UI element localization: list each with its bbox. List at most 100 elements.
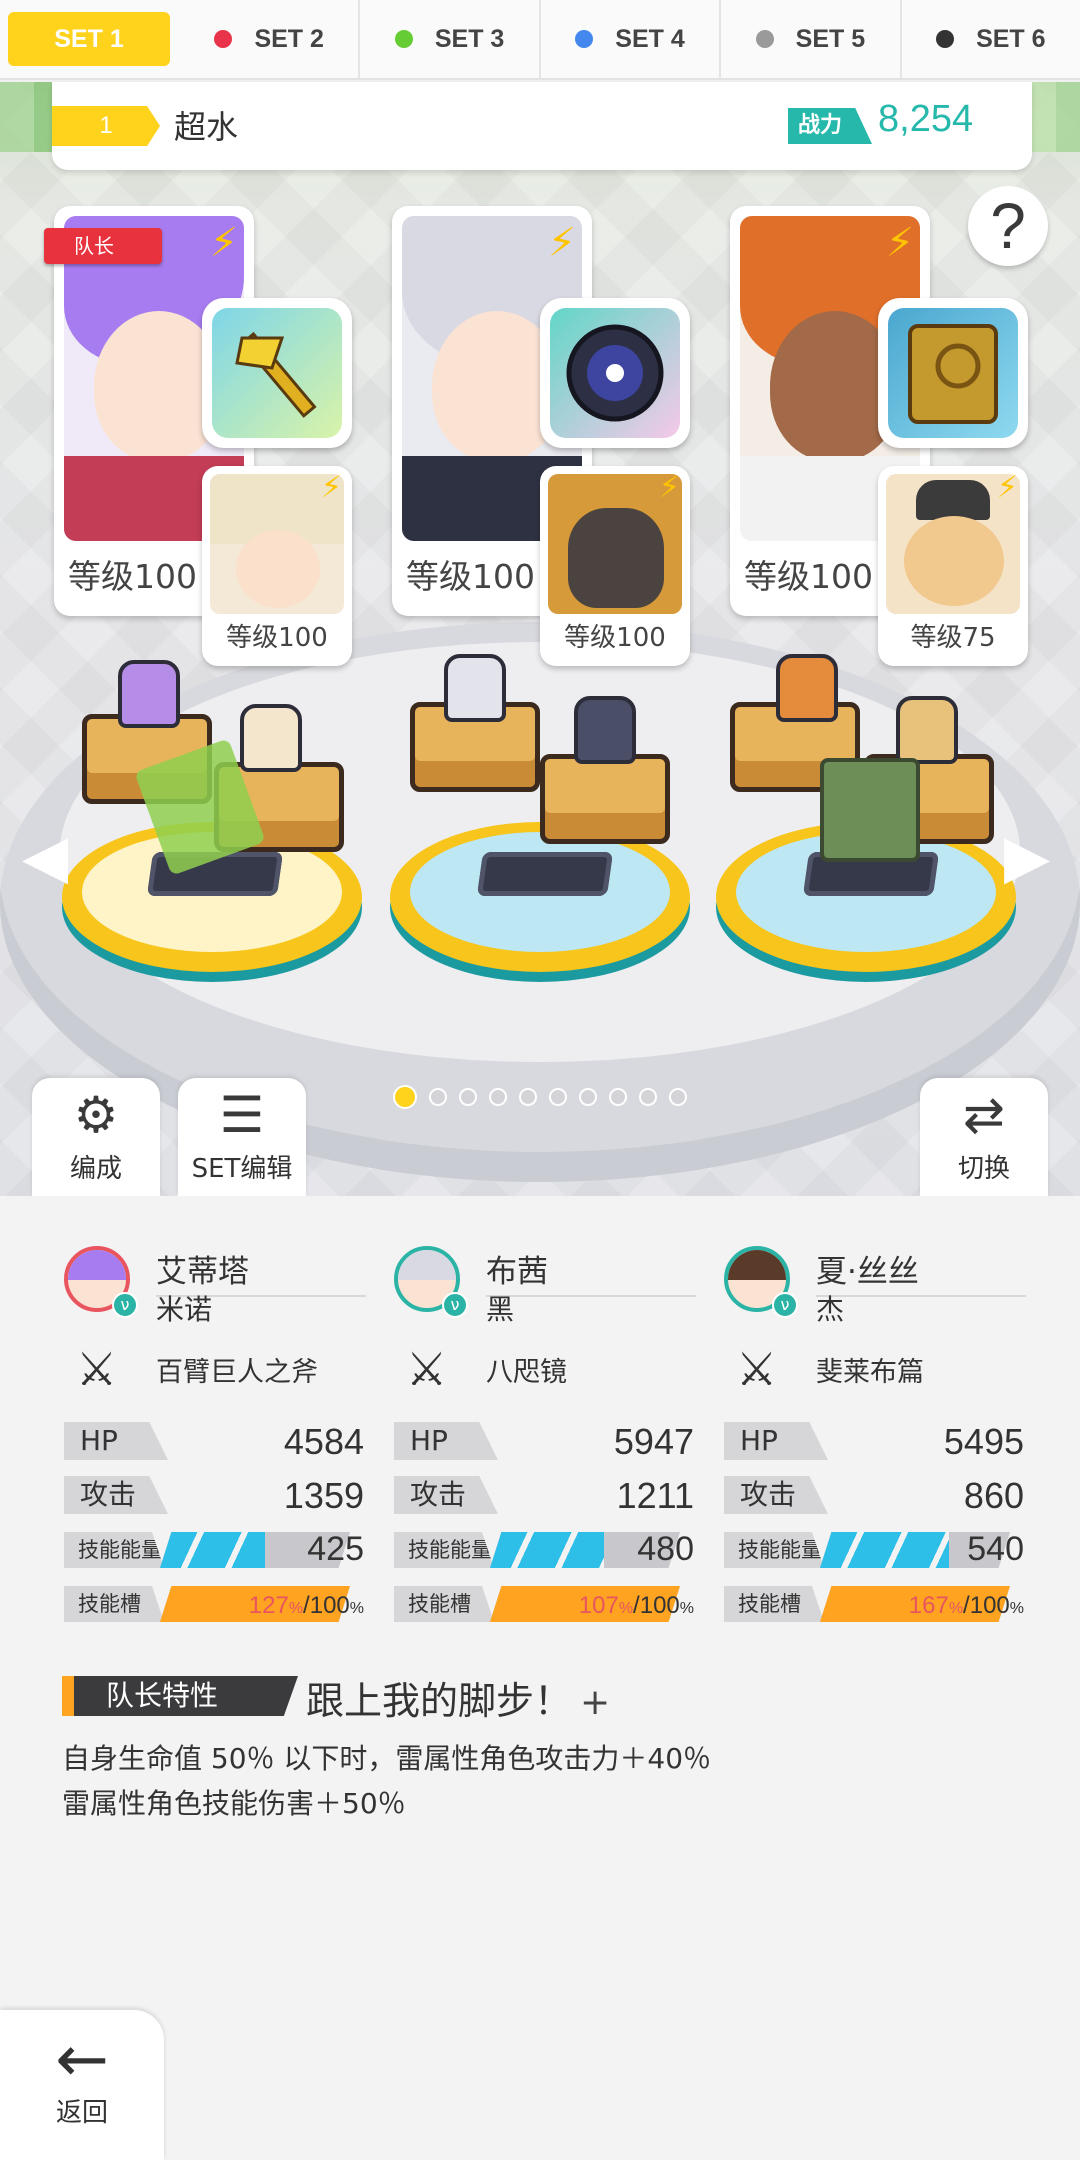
weapon-inner: [212, 308, 342, 438]
weapon-inner: [550, 308, 680, 438]
weapon-icon: ⚔: [76, 1342, 118, 1396]
set-edit-button[interactable]: ☰ SET编辑: [178, 1078, 306, 1196]
team-slot-2[interactable]: [390, 822, 690, 972]
pedestal: [540, 754, 670, 844]
partner-card-1[interactable]: ⚡ 等级100: [202, 466, 352, 666]
tab-set-1[interactable]: SET 1: [8, 12, 170, 66]
hero-level: 等级100: [406, 557, 535, 596]
hp-value: 4584: [283, 1421, 364, 1462]
hero-name: 夏·丝丝: [816, 1246, 1026, 1297]
skill-gauge-label: 技能槽: [64, 1586, 164, 1622]
element-badge-icon: ν: [442, 1292, 468, 1318]
help-button[interactable]: ?: [968, 186, 1048, 266]
atk-stat: 攻击 1359: [64, 1475, 364, 1516]
hp-stat: HP 5495: [724, 1421, 1024, 1462]
formation-button[interactable]: ⚙ 编成: [32, 1078, 160, 1196]
party-name[interactable]: 超水: [174, 102, 238, 148]
tab-set-4[interactable]: SET 4: [541, 0, 722, 78]
weapon-slot-3[interactable]: [878, 298, 1028, 448]
formation-icon: ⚙: [73, 1086, 119, 1144]
swap-icon: ⇄: [963, 1086, 1005, 1144]
tab-set-2[interactable]: SET 2: [180, 0, 361, 78]
chibi-hero[interactable]: [574, 696, 636, 764]
skill-gauge-label: 技能槽: [394, 1586, 494, 1622]
leader-skill-description: 自身生命值 50％ 以下时，雷属性角色攻击力＋40％ 雷属性角色技能伤害＋50％: [62, 1736, 1022, 1826]
back-label: 返回: [55, 2098, 108, 2128]
chibi-hero[interactable]: [240, 704, 302, 772]
plus-icon: +: [580, 1682, 611, 1723]
prev-arrow-icon[interactable]: ◀: [22, 822, 68, 892]
atk-value: 1359: [283, 1475, 364, 1516]
gauge-percent: %: [1009, 1600, 1024, 1617]
set-edit-label: SET编辑: [191, 1154, 293, 1184]
hp-label: HP: [724, 1422, 828, 1460]
skill-energy-row: 技能能量 540: [724, 1530, 1024, 1568]
skill-gauge-row: 技能槽 167%/100%: [724, 1586, 1024, 1622]
avatar-hair: [728, 1250, 786, 1280]
leader-skill-header: 队长特性: [62, 1676, 298, 1716]
weapon-icon: ⚔: [406, 1342, 448, 1396]
page-dot: [639, 1088, 657, 1106]
skill-energy-row: 技能能量 480: [394, 1530, 694, 1568]
chibi-hero[interactable]: [776, 654, 838, 722]
lightning-icon: ⚡: [209, 220, 238, 266]
book-weapon-icon: [820, 758, 920, 862]
page-dot: [519, 1088, 537, 1106]
weapon-icon: ⚔: [736, 1342, 778, 1396]
switch-button[interactable]: ⇄ 切换: [920, 1078, 1048, 1196]
tab-set-6[interactable]: SET 6: [902, 0, 1080, 78]
tab-label: SET 1: [54, 24, 124, 53]
hp-value: 5947: [613, 1421, 694, 1462]
partner-hat: [916, 480, 990, 520]
tab-set-5[interactable]: SET 5: [721, 0, 902, 78]
chibi-hero[interactable]: [118, 660, 180, 728]
page-dot: [459, 1088, 477, 1106]
page-dot: [669, 1088, 687, 1106]
gauge-current: 107: [578, 1592, 619, 1619]
element-badge-icon: ν: [772, 1292, 798, 1318]
skill-gauge-row: 技能槽 107%/100%: [394, 1586, 694, 1622]
skill-energy-label: 技能能量: [724, 1532, 824, 1568]
gauge-max: /100: [303, 1592, 350, 1619]
skill-energy-fill: [490, 1532, 604, 1568]
switch-label: 切换: [957, 1154, 1010, 1184]
list-icon: ☰: [219, 1086, 265, 1144]
skill-energy-value: 540: [967, 1530, 1024, 1568]
gauge-max: /100: [633, 1592, 680, 1619]
book-icon: [908, 324, 998, 424]
tab-label: SET 5: [795, 24, 866, 53]
red-dot-icon: [214, 30, 233, 48]
page-dot: [549, 1088, 567, 1106]
tab-set-3[interactable]: SET 3: [360, 0, 541, 78]
skill-energy-value: 480: [637, 1530, 694, 1568]
hero-level: 等级100: [68, 557, 197, 596]
formation-label: 编成: [69, 1154, 122, 1184]
partner-name: 杰: [816, 1293, 845, 1326]
skill-gauge-value: 107%/100%: [579, 1592, 694, 1620]
lightning-icon: ⚡: [996, 470, 1018, 505]
mirror-icon: [566, 324, 664, 422]
tab-label: SET 3: [434, 24, 505, 53]
leader-tag: 队长: [44, 228, 162, 264]
atk-stat: 攻击 860: [724, 1476, 1024, 1516]
tab-label: SET 6: [976, 24, 1046, 53]
hp-stat: HP 4584: [64, 1421, 364, 1462]
weapon-slot-2[interactable]: [540, 298, 690, 448]
skill-energy-fill: [820, 1532, 950, 1568]
gauge-percent: %: [288, 1600, 304, 1617]
chibi-hero[interactable]: [896, 696, 958, 764]
set-tabs: SET 1 SET 2 SET 3 SET 4 SET 5 SET 6: [0, 0, 1080, 80]
skill-gauge-row: 技能槽 127%/100%: [64, 1586, 364, 1622]
partner-level: 等级100: [564, 623, 666, 653]
party-number: 1: [52, 106, 160, 146]
gauge-max: /100: [963, 1592, 1010, 1619]
skill-gauge-value: 127%/100%: [249, 1592, 364, 1620]
partner-card-3[interactable]: ⚡ 等级75: [878, 466, 1028, 666]
leader-skill-title[interactable]: 跟上我的脚步！ +: [306, 1670, 610, 1725]
chibi-hero[interactable]: [444, 654, 506, 722]
weapon-slot-1[interactable]: [202, 298, 352, 448]
hp-value: 5495: [943, 1421, 1024, 1462]
partner-card-2[interactable]: ⚡ 等级100: [540, 466, 690, 666]
back-button[interactable]: ← 返回: [0, 2010, 164, 2160]
next-arrow-icon[interactable]: ▶: [1004, 822, 1050, 892]
